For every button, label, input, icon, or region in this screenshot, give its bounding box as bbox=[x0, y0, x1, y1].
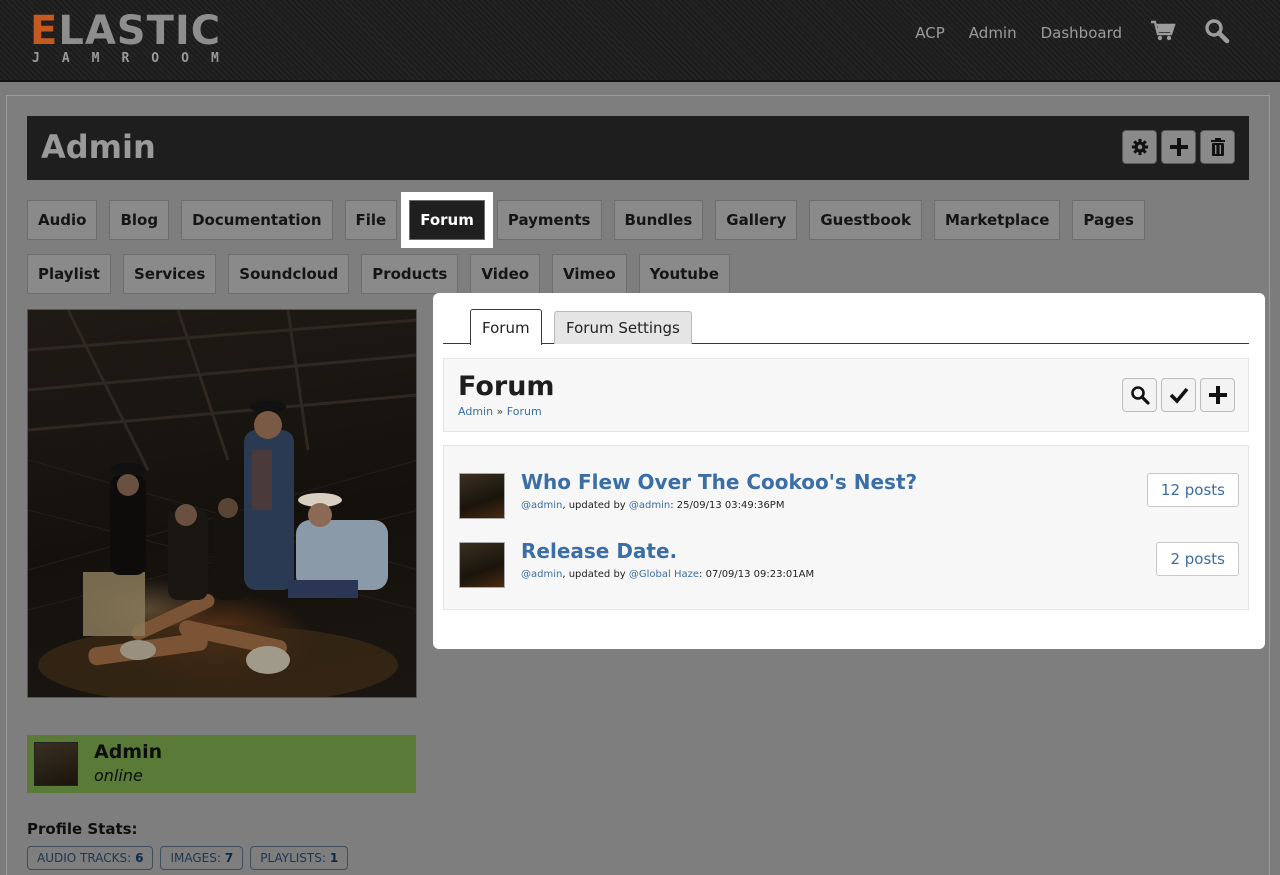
module-tab-file[interactable]: File bbox=[344, 200, 398, 240]
breadcrumb-separator: » bbox=[493, 405, 507, 418]
module-tab-documentation[interactable]: Documentation bbox=[181, 200, 333, 240]
list-item: Release Date. @admin, updated by @Global… bbox=[459, 539, 1239, 592]
module-tab-products[interactable]: Products bbox=[361, 254, 459, 294]
top-navigation: ACP Admin Dashboard bbox=[891, 18, 1230, 48]
module-tab-pages[interactable]: Pages bbox=[1072, 200, 1145, 240]
module-tab-video[interactable]: Video bbox=[470, 254, 541, 294]
forum-header: Forum Admin » Forum bbox=[443, 358, 1249, 432]
profile-add-button[interactable] bbox=[1161, 130, 1196, 164]
forum-subtabs: Forum Forum Settings bbox=[443, 309, 1249, 345]
profile-image[interactable] bbox=[27, 309, 417, 698]
profile-stats: AUDIO TRACKS: 6 IMAGES: 7 PLAYLISTS: 1 bbox=[27, 846, 349, 870]
online-user-name[interactable]: Admin bbox=[94, 741, 162, 763]
band-photo-illustration bbox=[28, 310, 416, 697]
module-tab-marketplace[interactable]: Marketplace bbox=[933, 200, 1061, 240]
avatar[interactable] bbox=[459, 473, 505, 519]
module-tab-youtube[interactable]: Youtube bbox=[638, 254, 730, 294]
nav-link-acp[interactable]: ACP bbox=[915, 24, 945, 42]
site-logo[interactable]: ELASTIC JAMROOM bbox=[30, 8, 241, 66]
forum-action-buttons bbox=[1122, 378, 1235, 412]
topic-list: Who Flew Over The Cookoo's Nest? @admin,… bbox=[443, 445, 1249, 610]
gear-icon bbox=[1131, 138, 1148, 156]
topic-meta-text: , updated by bbox=[562, 569, 629, 580]
stat-images[interactable]: IMAGES: 7 bbox=[160, 846, 244, 870]
breadcrumb: Admin » Forum bbox=[458, 405, 542, 418]
profile-title: Admin bbox=[41, 128, 156, 166]
topic-meta: @admin, updated by @Global Haze: 07/09/1… bbox=[521, 569, 814, 580]
nav-link-admin[interactable]: Admin bbox=[969, 24, 1017, 42]
search-icon bbox=[1130, 386, 1150, 405]
tab-forum-settings[interactable]: Forum Settings bbox=[554, 311, 692, 344]
stat-value: 7 bbox=[224, 851, 234, 865]
module-tab-vimeo[interactable]: Vimeo bbox=[552, 254, 627, 294]
module-tab-blog[interactable]: Blog bbox=[109, 200, 170, 240]
post-count-button[interactable]: 12 posts bbox=[1146, 473, 1239, 507]
logo-wordmark: ELASTIC bbox=[30, 8, 222, 54]
list-item: Who Flew Over The Cookoo's Nest? @admin,… bbox=[459, 470, 1239, 523]
module-tab-forum[interactable]: Forum bbox=[409, 200, 485, 240]
topic-author-link[interactable]: @admin bbox=[521, 569, 562, 580]
stat-playlists[interactable]: PLAYLISTS: 1 bbox=[250, 846, 349, 870]
topic-title-link[interactable]: Release Date. bbox=[521, 539, 677, 563]
topic-updated-by-link[interactable]: @Global Haze bbox=[629, 569, 699, 580]
module-tab-services[interactable]: Services bbox=[122, 254, 217, 294]
module-tab-payments[interactable]: Payments bbox=[496, 200, 602, 240]
module-tab-gallery[interactable]: Gallery bbox=[715, 200, 798, 240]
module-tab-bundles[interactable]: Bundles bbox=[613, 200, 704, 240]
nav-link-dashboard[interactable]: Dashboard bbox=[1041, 24, 1122, 42]
stat-label: AUDIO TRACKS: bbox=[37, 851, 132, 865]
topic-author-link[interactable]: @admin bbox=[521, 500, 562, 511]
forum-check-button[interactable] bbox=[1161, 378, 1196, 412]
breadcrumb-current[interactable]: Forum bbox=[507, 405, 542, 418]
stat-value: 1 bbox=[329, 851, 339, 865]
plus-icon bbox=[1169, 138, 1188, 156]
topic-date: : 25/09/13 03:49:36PM bbox=[670, 500, 785, 511]
tab-forum[interactable]: Forum bbox=[470, 309, 542, 345]
cart-icon[interactable] bbox=[1150, 20, 1176, 46]
post-count-button[interactable]: 2 posts bbox=[1156, 542, 1239, 576]
stat-label: PLAYLISTS: bbox=[260, 851, 326, 865]
forum-search-button[interactable] bbox=[1122, 378, 1157, 412]
stat-label: IMAGES: bbox=[170, 851, 221, 865]
search-icon[interactable] bbox=[1204, 18, 1230, 48]
topic-meta-text: , updated by bbox=[562, 500, 629, 511]
breadcrumb-root[interactable]: Admin bbox=[458, 405, 493, 418]
stat-value: 6 bbox=[135, 851, 144, 865]
avatar[interactable] bbox=[459, 542, 505, 588]
module-tab-guestbook[interactable]: Guestbook bbox=[809, 200, 922, 240]
module-tabs: Audio Blog Documentation File Forum Paym… bbox=[27, 200, 1207, 294]
site-header: ELASTIC JAMROOM ACP Admin Dashboard bbox=[0, 0, 1280, 82]
topic-updated-by-link[interactable]: @admin bbox=[629, 500, 670, 511]
module-tab-playlist[interactable]: Playlist bbox=[27, 254, 111, 294]
module-tab-audio[interactable]: Audio bbox=[27, 200, 98, 240]
profile-stats-label: Profile Stats: bbox=[27, 820, 138, 838]
avatar[interactable] bbox=[34, 742, 78, 786]
page-title: Forum bbox=[458, 371, 555, 402]
online-status-box: Admin online bbox=[27, 735, 416, 793]
profile-delete-button[interactable] bbox=[1200, 130, 1235, 164]
topic-date: : 07/09/13 09:23:01AM bbox=[699, 569, 815, 580]
topic-meta: @admin, updated by @admin: 25/09/13 03:4… bbox=[521, 500, 784, 511]
profile-header: Admin bbox=[27, 116, 1249, 180]
check-icon bbox=[1169, 387, 1188, 404]
profile-header-buttons bbox=[1122, 130, 1235, 164]
forum-add-button[interactable] bbox=[1200, 378, 1235, 412]
module-tab-soundcloud[interactable]: Soundcloud bbox=[228, 254, 350, 294]
topic-title-link[interactable]: Who Flew Over The Cookoo's Nest? bbox=[521, 470, 917, 494]
forum-panel: Forum Forum Settings Forum Admin » Forum bbox=[433, 293, 1265, 649]
trash-icon bbox=[1210, 138, 1225, 156]
stat-audio-tracks[interactable]: AUDIO TRACKS: 6 bbox=[27, 846, 154, 870]
logo-subtitle: JAMROOM bbox=[32, 51, 241, 66]
profile-settings-button[interactable] bbox=[1122, 130, 1157, 164]
online-status-text: online bbox=[94, 766, 143, 785]
plus-icon bbox=[1208, 386, 1227, 404]
